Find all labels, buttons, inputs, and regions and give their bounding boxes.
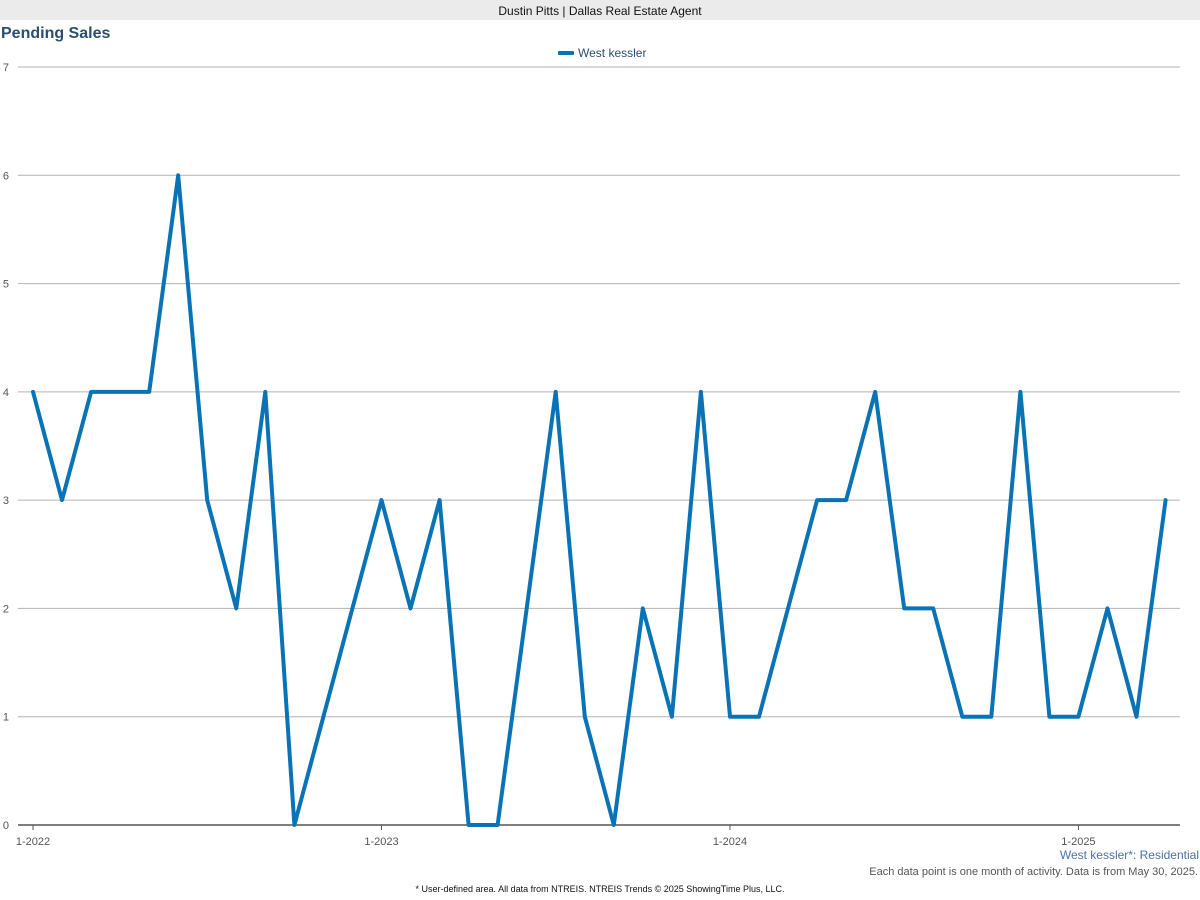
footer-note: * User-defined area. All data from NTREI… bbox=[415, 884, 785, 894]
area-label: West kessler*: Residential bbox=[1059, 848, 1199, 862]
y-tick-label: 6 bbox=[3, 170, 9, 182]
x-tick-label: 1-2025 bbox=[1061, 836, 1095, 848]
y-tick-label: 1 bbox=[3, 712, 9, 724]
x-tick-label: 1-2023 bbox=[364, 836, 398, 848]
y-tick-label: 3 bbox=[3, 495, 9, 507]
x-tick-label: 1-2024 bbox=[713, 836, 747, 848]
x-tick-label: 1-2022 bbox=[16, 836, 50, 848]
y-tick-label: 4 bbox=[3, 387, 9, 399]
y-tick-label: 0 bbox=[3, 820, 9, 832]
y-tick-label: 2 bbox=[3, 603, 9, 615]
data-note: Each data point is one month of activity… bbox=[869, 866, 1198, 878]
line-chart: 0 1 2 3 4 5 6 7 1-2022 1-2023 1-2024 1-2025 bbox=[3, 62, 1180, 848]
y-tick-label: 5 bbox=[3, 279, 9, 291]
y-tick-label: 7 bbox=[3, 62, 9, 74]
